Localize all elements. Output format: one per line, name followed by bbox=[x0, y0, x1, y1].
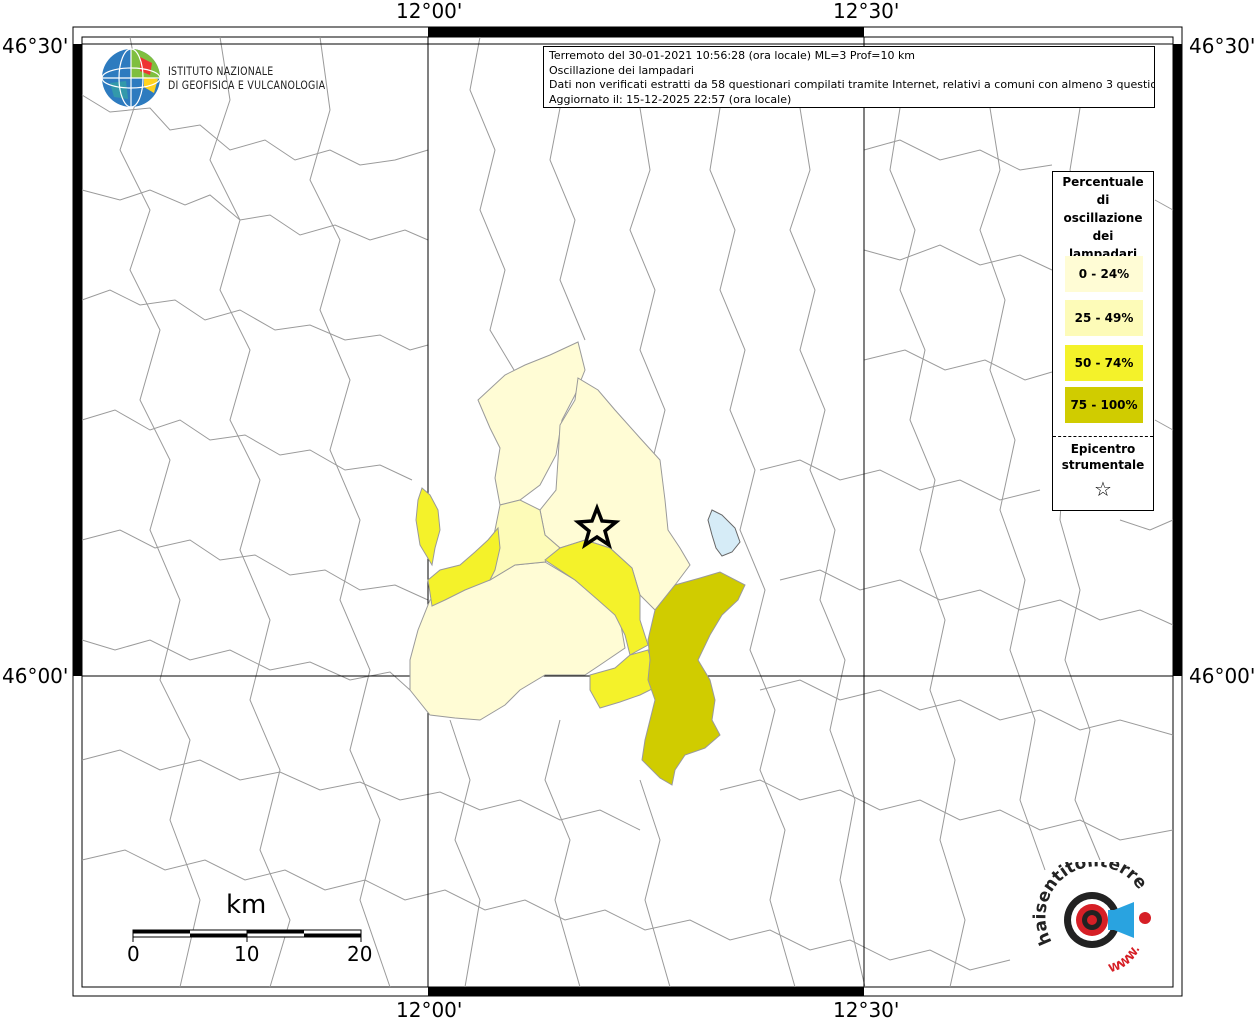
legend-title-line: di bbox=[1096, 193, 1110, 207]
haisentitoilterremoto-logo-graphic: haisentitoilterremoto.it WWW. bbox=[1021, 847, 1151, 975]
event-info-box: Terremoto del 30-01-2021 10:56:28 (ora l… bbox=[543, 46, 1155, 108]
bottom-lon-label-12-30: 12°30' bbox=[833, 998, 900, 1022]
frame-bar-bottom bbox=[428, 987, 864, 996]
frame-bar-right bbox=[1173, 44, 1182, 676]
legend-title: Percentuale di oscillazione dei lampadar… bbox=[1053, 173, 1153, 263]
legend-epicenter-line1: Epicentro bbox=[1070, 442, 1136, 456]
scale-unit-label: km bbox=[226, 890, 267, 920]
scale-tick-20: 20 bbox=[347, 942, 373, 966]
event-info-line2: Oscillazione dei lampadari bbox=[549, 63, 694, 77]
haisentitoilterremoto-logo: haisentitoilterremoto.it WWW. bbox=[1021, 847, 1170, 975]
legend-class-50-74: 50 - 74% bbox=[1065, 345, 1143, 381]
legend-epicenter-line2: strumentale bbox=[1061, 458, 1145, 472]
event-info-line4: Aggiornato il: 15-12-2025 22:57 (ora loc… bbox=[549, 92, 792, 106]
right-lat-label-46-00: 46°00' bbox=[1189, 664, 1255, 688]
left-lat-label-46-30: 46°30' bbox=[2, 34, 69, 58]
legend-epicenter-label: Epicentro strumentale bbox=[1053, 441, 1153, 473]
event-info-line3: Dati non verificati estratti da 58 quest… bbox=[549, 78, 1155, 91]
legend-class-25-49: 25 - 49% bbox=[1065, 300, 1143, 336]
scale-tick-0: 0 bbox=[127, 942, 140, 966]
legend-star-icon: ☆ bbox=[1094, 477, 1112, 501]
legend-title-line: oscillazione bbox=[1063, 211, 1143, 225]
left-lat-label-46-00: 46°00' bbox=[2, 664, 69, 688]
event-info-line1: Terremoto del 30-01-2021 10:56:28 (ora l… bbox=[549, 49, 916, 62]
frame-bar-top bbox=[428, 27, 864, 37]
frame-bar-left bbox=[73, 44, 82, 676]
right-lat-label-46-30: 46°30' bbox=[1189, 34, 1255, 58]
legend-title-line: Percentuale bbox=[1062, 175, 1144, 189]
legend-separator bbox=[1053, 436, 1153, 437]
ingv-name-line1: ISTITUTO NAZIONALE bbox=[168, 64, 274, 78]
ingv-globe-icon bbox=[101, 48, 161, 108]
legend-class-75-100: 75 - 100% bbox=[1065, 387, 1143, 423]
ingv-logo: ISTITUTO NAZIONALE DI GEOFISICA E VULCAN… bbox=[100, 47, 325, 111]
bottom-lon-label-12-00: 12°00' bbox=[396, 998, 463, 1022]
legend-title-line: dei bbox=[1092, 229, 1114, 243]
haisentitoilterremoto-www: WWW. bbox=[1107, 944, 1143, 975]
top-lon-label-12-00: 12°00' bbox=[396, 0, 463, 23]
legend-class-0-24: 0 - 24% bbox=[1065, 256, 1143, 292]
ingv-name-line2: DI GEOFISICA E VULCANOLOGIA bbox=[168, 78, 326, 92]
scale-tick-10: 10 bbox=[234, 942, 260, 966]
top-lon-label-12-30: 12°30' bbox=[833, 0, 900, 23]
scale-bar: km 0 10 20 bbox=[120, 890, 390, 970]
legend: Percentuale di oscillazione dei lampadar… bbox=[1052, 171, 1154, 511]
svg-text:WWW.: WWW. bbox=[1107, 944, 1143, 974]
